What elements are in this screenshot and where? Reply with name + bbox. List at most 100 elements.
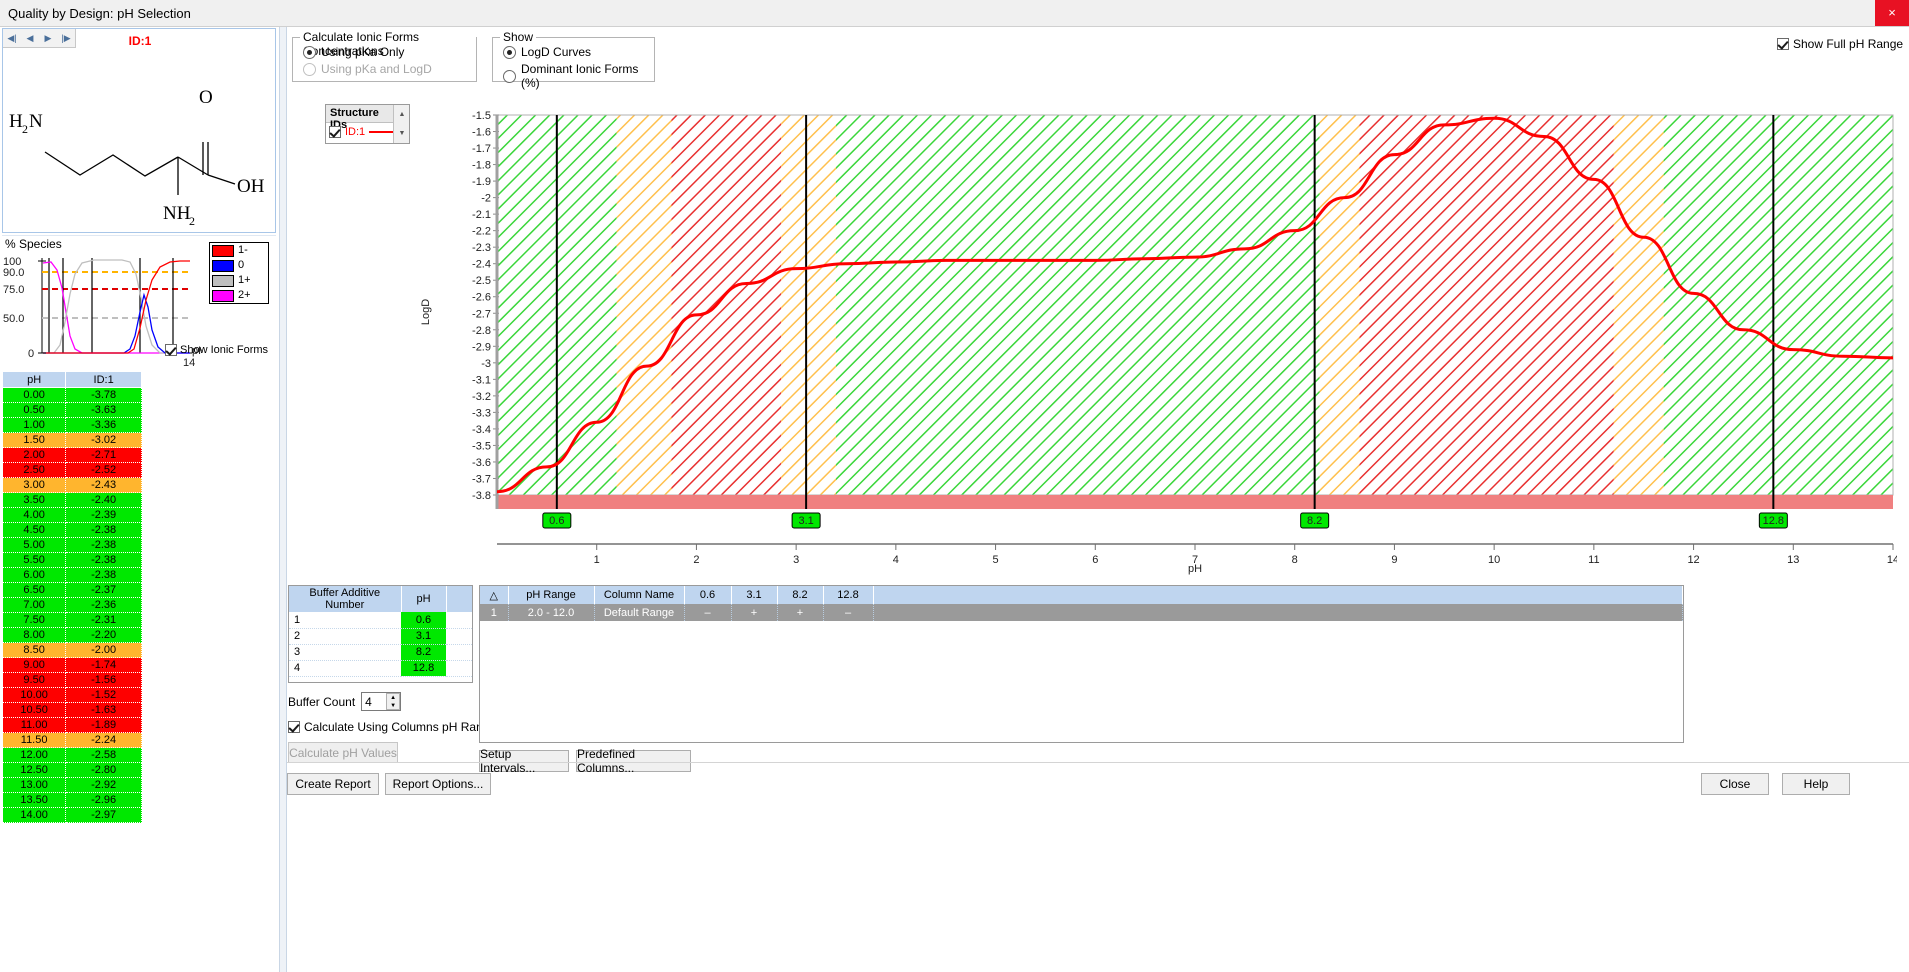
radio-dominant-ionic-forms[interactable]: Dominant Ionic Forms (%) <box>503 62 654 90</box>
cell-ph[interactable]: 10.50 <box>3 703 66 718</box>
buffer-count-stepper[interactable]: ▲ ▼ <box>386 693 400 710</box>
table-row[interactable]: 14.00-2.97 <box>3 808 142 823</box>
table-row[interactable]: 3.50-2.40 <box>3 493 142 508</box>
vertical-splitter[interactable] <box>279 27 287 972</box>
column-header-ph-8-2[interactable]: 8.2 <box>777 586 823 604</box>
table-row[interactable]: 2.00-2.71 <box>3 448 142 463</box>
table-row[interactable]: 13.50-2.96 <box>3 793 142 808</box>
table-row[interactable]: 412.8 <box>289 660 472 676</box>
cell-ph-12-8[interactable]: – <box>823 604 873 621</box>
close-button[interactable]: Close <box>1701 773 1769 795</box>
cell-ph[interactable]: 7.50 <box>3 613 66 628</box>
cell-logd[interactable]: -2.39 <box>66 508 142 523</box>
cell-buffer-number[interactable]: 2 <box>289 628 401 644</box>
cell-ph[interactable]: 11.00 <box>3 718 66 733</box>
cell-ph[interactable]: 13.50 <box>3 793 66 808</box>
cell-ph[interactable]: 13.00 <box>3 778 66 793</box>
table-row[interactable]: 9.00-1.74 <box>3 658 142 673</box>
cell-ph[interactable]: 1.00 <box>3 418 66 433</box>
cell-logd[interactable]: -1.56 <box>66 673 142 688</box>
cell-ph[interactable]: 10.00 <box>3 688 66 703</box>
cell-logd[interactable]: -1.74 <box>66 658 142 673</box>
column-header-ph-3-1[interactable]: 3.1 <box>731 586 777 604</box>
cell-ph[interactable]: 9.50 <box>3 673 66 688</box>
column-header-ph-range[interactable]: pH Range <box>508 586 594 604</box>
cell-logd[interactable]: -1.63 <box>66 703 142 718</box>
cell-ph[interactable]: 14.00 <box>3 808 66 823</box>
table-row[interactable]: 7.50-2.31 <box>3 613 142 628</box>
cell-ph[interactable]: 1.50 <box>3 433 66 448</box>
cell-logd[interactable]: -2.20 <box>66 628 142 643</box>
table-row[interactable]: 38.2 <box>289 644 472 660</box>
buffer-additives-panel[interactable]: Buffer Additive Number pH 10.623.138.241… <box>288 585 473 683</box>
checkbox-icon[interactable] <box>329 126 341 138</box>
table-row[interactable]: 0.00-3.78 <box>3 388 142 403</box>
cell-logd[interactable]: -2.31 <box>66 613 142 628</box>
column-header-buffer-number[interactable]: Buffer Additive Number <box>289 586 401 612</box>
cell-ph[interactable]: 4.50 <box>3 523 66 538</box>
table-row[interactable]: 13.00-2.92 <box>3 778 142 793</box>
cell-ph[interactable]: 12.00 <box>3 748 66 763</box>
cell-buffer-ph[interactable]: 0.6 <box>401 612 446 628</box>
cell-logd[interactable]: -3.36 <box>66 418 142 433</box>
cell-logd[interactable]: -3.78 <box>66 388 142 403</box>
cell-ph[interactable]: 0.00 <box>3 388 66 403</box>
cell-logd[interactable]: -1.89 <box>66 718 142 733</box>
cell-ph[interactable]: 2.00 <box>3 448 66 463</box>
cell-ph-3-1[interactable]: + <box>731 604 777 621</box>
table-row[interactable]: 6.50-2.37 <box>3 583 142 598</box>
logd-chart[interactable]: -1.5-1.6-1.7-1.8-1.9-2-2.1-2.2-2.3-2.4-2… <box>387 107 1897 577</box>
cell-ph[interactable]: 4.00 <box>3 508 66 523</box>
cell-ph-0-6[interactable]: – <box>684 604 731 621</box>
table-row[interactable]: 11.00-1.89 <box>3 718 142 733</box>
close-icon[interactable]: × <box>1875 0 1909 26</box>
radio-icon[interactable] <box>503 70 516 83</box>
checkbox-icon[interactable] <box>165 344 177 356</box>
column-header-ph-0-6[interactable]: 0.6 <box>684 586 731 604</box>
table-row[interactable]: 12.00-2.58 <box>3 748 142 763</box>
cell-logd[interactable]: -3.63 <box>66 403 142 418</box>
cell-ph[interactable]: 11.50 <box>3 733 66 748</box>
cell-logd[interactable]: -2.37 <box>66 583 142 598</box>
columns-table-container[interactable]: △ pH Range Column Name 0.6 3.1 8.2 12.8 … <box>479 585 1684 743</box>
cell-logd[interactable]: -2.38 <box>66 523 142 538</box>
cell-buffer-ph[interactable]: 12.8 <box>401 660 446 676</box>
table-row[interactable]: 10.50-1.63 <box>3 703 142 718</box>
show-ionic-forms-checkbox[interactable]: Show Ionic Forms <box>165 344 268 356</box>
column-header-ph-12-8[interactable]: 12.8 <box>823 586 873 604</box>
cell-ph[interactable]: 5.50 <box>3 553 66 568</box>
cell-logd[interactable]: -2.58 <box>66 748 142 763</box>
column-header-sort-icon[interactable]: △ <box>480 586 508 604</box>
calculate-ph-values-button[interactable]: Calculate pH Values <box>288 742 398 763</box>
cell-logd[interactable]: -1.52 <box>66 688 142 703</box>
cell-ph[interactable]: 3.00 <box>3 478 66 493</box>
cell-logd[interactable]: -2.38 <box>66 538 142 553</box>
table-row[interactable]: 6.00-2.38 <box>3 568 142 583</box>
table-row[interactable]: 5.00-2.38 <box>3 538 142 553</box>
ph-logd-table-container[interactable]: pH ID:1 0.00-3.780.50-3.631.00-3.361.50-… <box>2 371 276 971</box>
cell-ph[interactable]: 9.00 <box>3 658 66 673</box>
show-full-ph-range-checkbox[interactable]: Show Full pH Range <box>1777 37 1903 51</box>
cell-buffer-number[interactable]: 3 <box>289 644 401 660</box>
cell-logd[interactable]: -2.80 <box>66 763 142 778</box>
checkbox-icon[interactable] <box>288 721 300 733</box>
stepper-down-icon[interactable]: ▼ <box>387 702 399 710</box>
table-row[interactable]: 2.50-2.52 <box>3 463 142 478</box>
cell-logd[interactable]: -2.00 <box>66 643 142 658</box>
cell-logd[interactable]: -2.38 <box>66 568 142 583</box>
cell-logd[interactable]: -3.02 <box>66 433 142 448</box>
cell-ph[interactable]: 12.50 <box>3 763 66 778</box>
column-header-column-name[interactable]: Column Name <box>594 586 684 604</box>
cell-ph[interactable]: 8.00 <box>3 628 66 643</box>
table-row[interactable]: 5.50-2.38 <box>3 553 142 568</box>
calculate-using-columns-checkbox[interactable]: Calculate Using Columns pH Ranges <box>288 720 502 734</box>
cell-ph[interactable]: 8.50 <box>3 643 66 658</box>
cell-logd[interactable]: -2.36 <box>66 598 142 613</box>
radio-icon[interactable] <box>303 46 316 59</box>
cell-logd[interactable]: -2.92 <box>66 778 142 793</box>
cell-ph[interactable]: 5.00 <box>3 538 66 553</box>
stepper-up-icon[interactable]: ▲ <box>387 694 399 702</box>
create-report-button[interactable]: Create Report <box>287 773 379 795</box>
cell-ph[interactable]: 7.00 <box>3 598 66 613</box>
table-row[interactable]: 12.0 - 12.0Default Range–++– <box>480 604 1683 621</box>
